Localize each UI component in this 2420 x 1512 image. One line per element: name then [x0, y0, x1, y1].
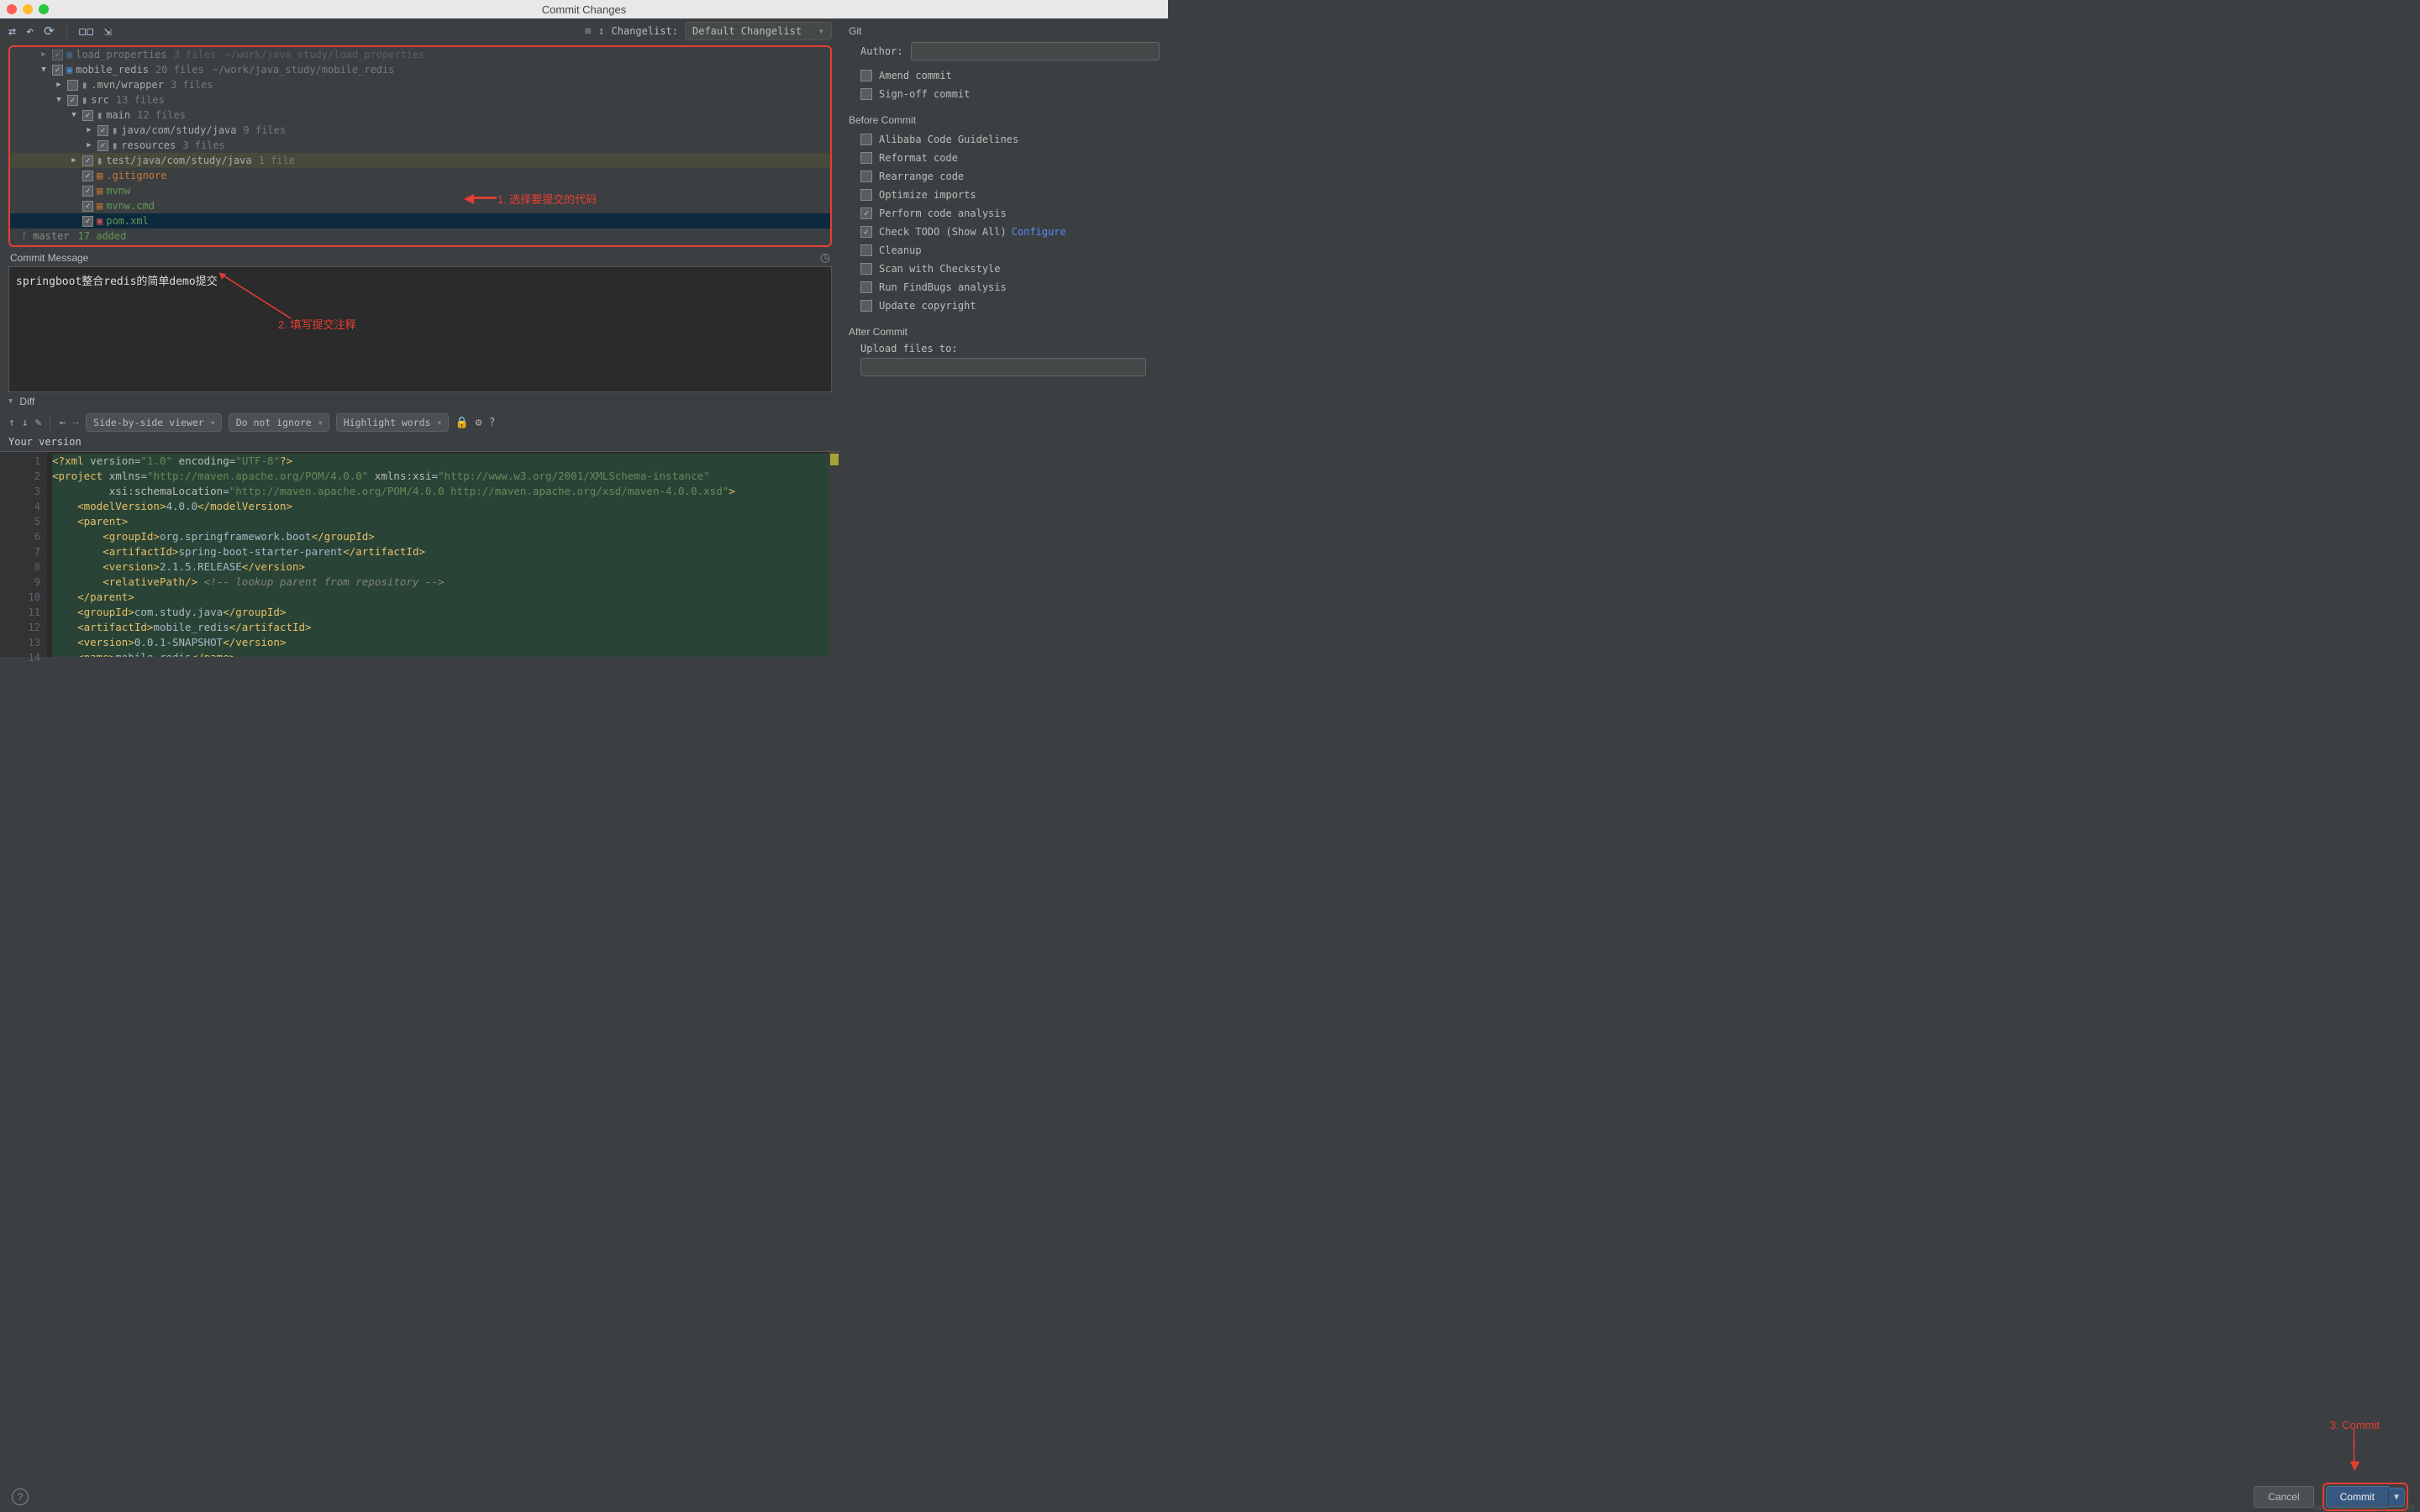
gear-icon[interactable]: ⚙	[476, 417, 482, 429]
help-icon[interactable]: ?	[489, 417, 496, 429]
highlight-select[interactable]: Highlight words	[336, 413, 449, 432]
lock-icon[interactable]: 🔒	[455, 417, 469, 429]
code-area[interactable]: <?xml version="1.0" encoding="UTF-8"?> <…	[47, 452, 829, 657]
diff-toolbar: ↑ ↓ ✎ ← → Side-by-side viewer Do not ign…	[0, 411, 840, 434]
before-commit-label: Before Commit	[849, 114, 1160, 126]
author-input[interactable]	[911, 42, 1160, 60]
history-icon[interactable]: ◷	[820, 250, 830, 265]
file-icon: ▤	[97, 200, 103, 212]
viewer-mode-select[interactable]: Side-by-side viewer	[86, 413, 222, 432]
file-icon: ▤	[97, 170, 103, 181]
git-section-label: Git	[849, 25, 1160, 37]
your-version-label: Your version	[0, 434, 840, 451]
checkbox[interactable]	[82, 171, 93, 181]
options-panel: Git Author: Amend commit Sign-off commit…	[840, 18, 1168, 731]
commit-message-input[interactable]: springboot整合redis的简单demo提交 2. 填写提交注释	[8, 266, 832, 392]
diff-section-header[interactable]: ▼ Diff	[0, 392, 840, 411]
amend-checkbox[interactable]	[860, 70, 872, 81]
changelist-select[interactable]: Default Changelist	[685, 22, 832, 40]
annotation-3: 3. Commit │ │ ▼	[2330, 1419, 2380, 1472]
folder-icon: ▮	[112, 124, 118, 136]
back-icon[interactable]: ←	[59, 417, 66, 429]
checkbox[interactable]	[82, 201, 93, 212]
ignore-whitespace-select[interactable]: Do not ignore	[229, 413, 329, 432]
checkbox[interactable]	[67, 80, 78, 91]
module-icon: ▣	[66, 64, 72, 76]
chevron-down-icon: ▼	[8, 397, 13, 406]
checkbox[interactable]	[67, 95, 78, 106]
after-commit-label: After Commit	[849, 326, 1160, 338]
checkbox[interactable]	[82, 155, 93, 166]
copyright-checkbox[interactable]	[860, 300, 872, 312]
checkbox[interactable]	[52, 65, 63, 76]
help-icon[interactable]: ?	[12, 1488, 29, 1505]
folder-icon: ▮	[82, 79, 87, 91]
diff-editor[interactable]: 1234567891011121314 <?xml version="1.0" …	[0, 451, 840, 657]
folder-icon: ▮	[112, 139, 118, 151]
watermark: https://blog.csdn.net/qq_36522306	[2312, 1504, 2415, 1511]
author-label: Author:	[860, 45, 911, 57]
checkbox[interactable]	[52, 50, 63, 60]
next-change-icon[interactable]: ↓	[22, 417, 29, 429]
upload-label: Upload files to:	[849, 343, 1160, 354]
checkbox[interactable]	[97, 140, 108, 151]
branch-indicator: ᚶ master 17 added	[10, 228, 830, 244]
checkbox[interactable]	[82, 110, 93, 121]
gutter: 1234567891011121314	[0, 452, 47, 657]
upload-target-select[interactable]	[860, 358, 1146, 376]
branch-icon: ᚶ	[22, 230, 28, 242]
commit-toolbar: ⇄ ↶ ⟳ ◻◻ ⇲ ≡ ↕ Changelist: Default Chang…	[0, 18, 840, 44]
folder-icon: ▮	[97, 155, 103, 166]
file-icon: ▤	[97, 185, 103, 197]
file-tree[interactable]: ▶ ▣ load_properties 3 files ~/work/java_…	[8, 45, 832, 247]
checkbox[interactable]	[82, 186, 93, 197]
sort-icon[interactable]: ↕	[598, 25, 605, 38]
rearrange-checkbox[interactable]	[860, 171, 872, 182]
edit-icon[interactable]: ✎	[35, 417, 42, 429]
group-by-icon[interactable]: ◻◻	[79, 24, 94, 39]
xml-file-icon: ▣	[97, 215, 103, 227]
checkbox[interactable]	[97, 125, 108, 136]
configure-todo-link[interactable]: Configure	[1012, 226, 1066, 238]
prev-change-icon[interactable]: ↑	[8, 417, 15, 429]
titlebar: Commit Changes	[0, 0, 1168, 18]
cancel-button[interactable]: Cancel	[2254, 1486, 2313, 1508]
signoff-checkbox[interactable]	[860, 88, 872, 100]
checkstyle-checkbox[interactable]	[860, 263, 872, 275]
bottom-bar: ? Cancel Commit ▼ https://blog.csdn.net/…	[0, 1482, 2420, 1512]
findbugs-checkbox[interactable]	[860, 281, 872, 293]
module-icon: ▣	[66, 49, 72, 60]
window-title: Commit Changes	[0, 3, 1168, 16]
checkbox[interactable]	[82, 216, 93, 227]
forward-icon[interactable]: →	[72, 417, 79, 429]
scrollbar-thumb[interactable]	[830, 454, 839, 465]
cleanup-checkbox[interactable]	[860, 244, 872, 256]
code-analysis-checkbox[interactable]	[860, 207, 872, 219]
show-diff-icon[interactable]: ⇄	[8, 24, 16, 39]
annotation-1: ◀━━━━ 1. 选择要提交的代码	[464, 190, 597, 207]
filter-icon[interactable]: ≡	[585, 25, 592, 38]
changelist-label: Changelist:	[612, 25, 678, 37]
reformat-checkbox[interactable]	[860, 152, 872, 164]
editor-scrollbar[interactable]	[829, 452, 840, 657]
expand-all-icon[interactable]: ⇲	[104, 24, 112, 39]
folder-icon: ▮	[82, 94, 87, 106]
refresh-icon[interactable]: ⟳	[44, 24, 55, 39]
separator	[66, 24, 67, 39]
folder-icon: ▮	[97, 109, 103, 121]
optimize-imports-checkbox[interactable]	[860, 189, 872, 201]
revert-icon[interactable]: ↶	[26, 24, 34, 39]
alibaba-checkbox[interactable]	[860, 134, 872, 145]
commit-message-label: Commit Message	[10, 252, 88, 264]
check-todo-checkbox[interactable]	[860, 226, 872, 238]
